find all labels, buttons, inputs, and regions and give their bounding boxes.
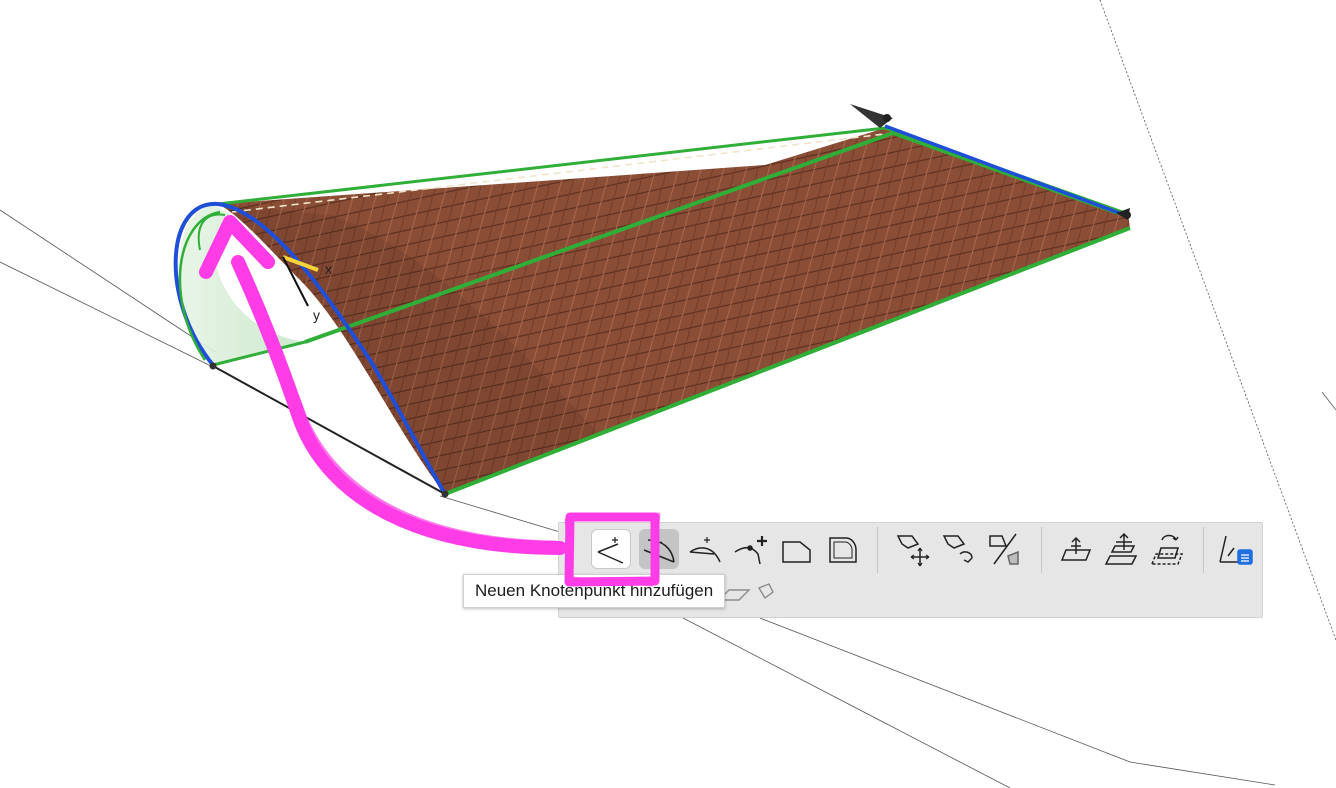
chamfer-tool[interactable] xyxy=(777,529,817,569)
curve-edge-icon xyxy=(643,539,675,563)
elevate-tool[interactable] xyxy=(1055,529,1095,569)
rotate-node-icon xyxy=(942,535,973,563)
move-plane-icon xyxy=(1104,532,1138,565)
roof-node[interactable] xyxy=(209,362,217,370)
curve-edge-tool[interactable] xyxy=(639,529,679,569)
tooltip-text: Neuen Knotenpunkt hinzufügen xyxy=(475,581,714,600)
tooltip: Neuen Knotenpunkt hinzufügen xyxy=(463,574,726,608)
arc-node-tool[interactable] xyxy=(685,529,725,569)
elevate-icon xyxy=(1060,536,1092,561)
fillet-icon xyxy=(829,537,857,563)
move-plane-tool[interactable] xyxy=(1101,529,1141,569)
move-node-icon xyxy=(896,535,930,567)
arc-node-icon xyxy=(689,537,721,563)
add-node-tool[interactable] xyxy=(591,529,631,569)
settings-icon xyxy=(1219,535,1253,565)
axis-y-label: y xyxy=(313,307,320,323)
move-node-tool[interactable] xyxy=(893,529,933,569)
settings-tool[interactable] xyxy=(1215,529,1255,569)
split-icon xyxy=(989,533,1019,565)
chamfer-icon xyxy=(782,541,811,563)
add-node-icon xyxy=(597,537,624,564)
curved-roof[interactable] xyxy=(173,104,1131,498)
fillet-tool[interactable] xyxy=(823,529,863,569)
roof-node[interactable] xyxy=(441,490,449,498)
rotate-plane-tool[interactable] xyxy=(1147,529,1187,569)
axis-x-label: x xyxy=(325,261,332,277)
add-edge-node-icon xyxy=(734,536,767,565)
rotate-node-tool[interactable] xyxy=(939,529,979,569)
rotate-plane-icon xyxy=(1150,534,1184,565)
3d-viewport[interactable]: x y xyxy=(0,0,1336,788)
split-tool[interactable] xyxy=(985,529,1025,569)
add-edge-node-tool[interactable] xyxy=(731,529,771,569)
